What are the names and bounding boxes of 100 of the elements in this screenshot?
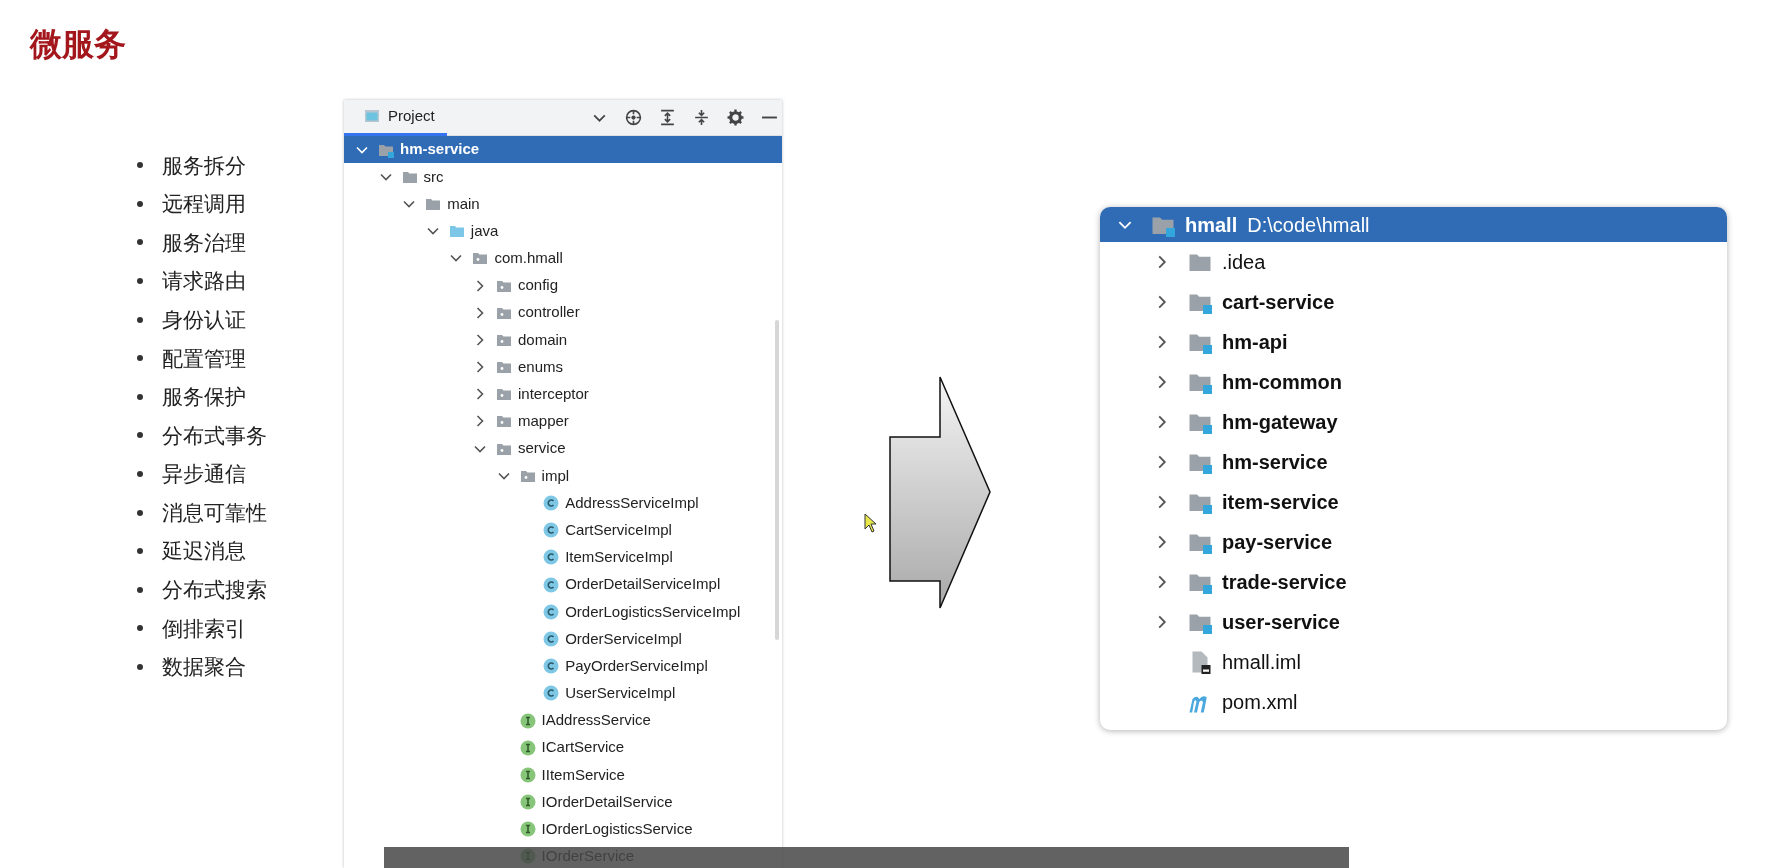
tree-row[interactable]: ItemServiceImpl	[344, 543, 782, 571]
expand-all-icon[interactable]	[659, 109, 676, 126]
tree-label: hm-service	[400, 139, 480, 160]
tree-label: IOrderLogisticsService	[541, 819, 693, 840]
tree-row[interactable]: mapper	[344, 407, 782, 436]
topic-item: 请求路由	[162, 268, 246, 295]
tree-row[interactable]: CartServiceImpl	[344, 516, 782, 544]
tree-row[interactable]: item-service	[1100, 482, 1727, 522]
topic-item: 服务保护	[162, 384, 246, 411]
tree-label: main	[447, 193, 480, 214]
tree-label: hmall.iml	[1222, 650, 1301, 675]
collapse-all-icon[interactable]	[693, 109, 710, 126]
bullet-icon	[137, 278, 143, 285]
class-icon	[543, 603, 560, 620]
tree-label: hm-common	[1222, 370, 1342, 395]
tree-row[interactable]: service	[344, 435, 782, 463]
tree-row[interactable]: config	[344, 271, 782, 300]
interface-icon	[519, 794, 536, 811]
tree-label: com.hmall	[494, 248, 563, 269]
tree-row[interactable]: IOrderDetailService	[344, 788, 782, 816]
tree-row[interactable]: hm-gateway	[1100, 402, 1727, 442]
slide-title: 微服务	[30, 25, 127, 64]
tree-label: java	[470, 220, 499, 241]
tree-row[interactable]: hmall.iml	[1100, 642, 1727, 682]
interface-icon	[519, 766, 536, 783]
tree-label: service	[518, 438, 566, 459]
tree-label: .idea	[1222, 250, 1266, 275]
tree-row[interactable]: ICartService	[344, 734, 782, 762]
tree-label: item-service	[1222, 490, 1339, 515]
tree-row[interactable]: PayOrderServiceImpl	[344, 652, 782, 680]
class-icon	[543, 522, 560, 539]
bullet-icon	[137, 625, 143, 632]
tree-row[interactable]: hm-service	[344, 136, 782, 164]
settings-icon[interactable]	[727, 109, 744, 126]
topic-item: 服务治理	[162, 229, 246, 256]
tree-row[interactable]: IOrderLogisticsService	[344, 815, 782, 843]
bullet-icon	[137, 509, 143, 516]
topic-item: 身份认证	[162, 306, 246, 333]
tree-label: IOrderDetailService	[541, 791, 673, 812]
tree-row[interactable]: pom.xml	[1100, 682, 1727, 722]
tree-label: AddressServiceImpl	[565, 492, 699, 513]
tree-row[interactable]: com.hmall	[344, 244, 782, 272]
folder-icon	[448, 223, 465, 240]
tree-row[interactable]: hm-service	[1100, 442, 1727, 482]
topic-item: 异步通信	[162, 461, 246, 488]
tree-row[interactable]: OrderServiceImpl	[344, 625, 782, 653]
tree-label: mapper	[518, 411, 569, 432]
tree-row[interactable]: user-service	[1100, 602, 1727, 642]
bullet-icon	[137, 393, 143, 400]
tree-label: OrderDetailServiceImpl	[565, 574, 721, 595]
tree-row[interactable]: hmall D:\code\hmall	[1100, 207, 1727, 242]
tree-row[interactable]: domain	[344, 326, 782, 354]
package-icon	[472, 250, 489, 267]
mouse-cursor-icon	[864, 513, 878, 533]
tree-row[interactable]: AddressServiceImpl	[344, 489, 782, 517]
target-icon[interactable]	[625, 109, 642, 126]
bullet-icon	[137, 162, 143, 169]
topic-item: 配置管理	[162, 345, 246, 372]
tree-row[interactable]: enums	[344, 353, 782, 381]
tree-label: impl	[541, 465, 570, 486]
scrollbar[interactable]	[775, 320, 779, 640]
tree-row[interactable]: hm-api	[1100, 322, 1727, 362]
tree-row[interactable]: main	[344, 190, 782, 218]
tree-label: hm-service	[1222, 450, 1328, 475]
tree-row[interactable]: java	[344, 217, 782, 245]
tree-label: trade-service	[1222, 570, 1347, 595]
tree-row[interactable]: src	[344, 163, 782, 191]
tree-row[interactable]: controller	[344, 299, 782, 327]
topic-item: 数据聚合	[162, 654, 246, 681]
tree-row[interactable]: cart-service	[1100, 282, 1727, 322]
bullet-icon	[137, 432, 143, 439]
path-label: D:\code\hmall	[1247, 212, 1370, 238]
topic-item: 倒排索引	[162, 615, 246, 642]
tree-row[interactable]: hm-common	[1100, 362, 1727, 402]
interface-icon	[519, 739, 536, 756]
tree-label: cart-service	[1222, 290, 1335, 315]
topic-item: 服务拆分	[162, 152, 246, 179]
tree-label: PayOrderServiceImpl	[565, 655, 708, 676]
bullet-icon	[137, 548, 143, 555]
tree-row[interactable]: .idea	[1100, 242, 1727, 282]
tree-row[interactable]: interceptor	[344, 380, 782, 408]
tree-row[interactable]: pay-service	[1100, 522, 1727, 562]
tree-label: IAddressService	[541, 710, 651, 731]
bullet-icon	[137, 471, 143, 478]
tree-row[interactable]: UserServiceImpl	[344, 679, 782, 707]
package-icon	[496, 413, 512, 430]
interface-icon	[519, 821, 536, 838]
tree-row[interactable]: impl	[344, 462, 782, 490]
class-icon	[543, 576, 560, 593]
bullet-icon	[137, 355, 143, 362]
tree-row[interactable]: IAddressService	[344, 706, 782, 735]
tree-row[interactable]: trade-service	[1100, 562, 1727, 602]
topic-item: 分布式事务	[162, 422, 267, 449]
tree-label: IItemService	[541, 764, 625, 785]
class-icon	[543, 495, 560, 512]
tree-label: ItemServiceImpl	[565, 547, 673, 568]
package-icon	[496, 359, 512, 376]
tree-row[interactable]: IItemService	[344, 761, 782, 789]
tree-row[interactable]: OrderLogisticsServiceImpl	[344, 598, 782, 626]
tree-row[interactable]: OrderDetailServiceImpl	[344, 571, 782, 599]
